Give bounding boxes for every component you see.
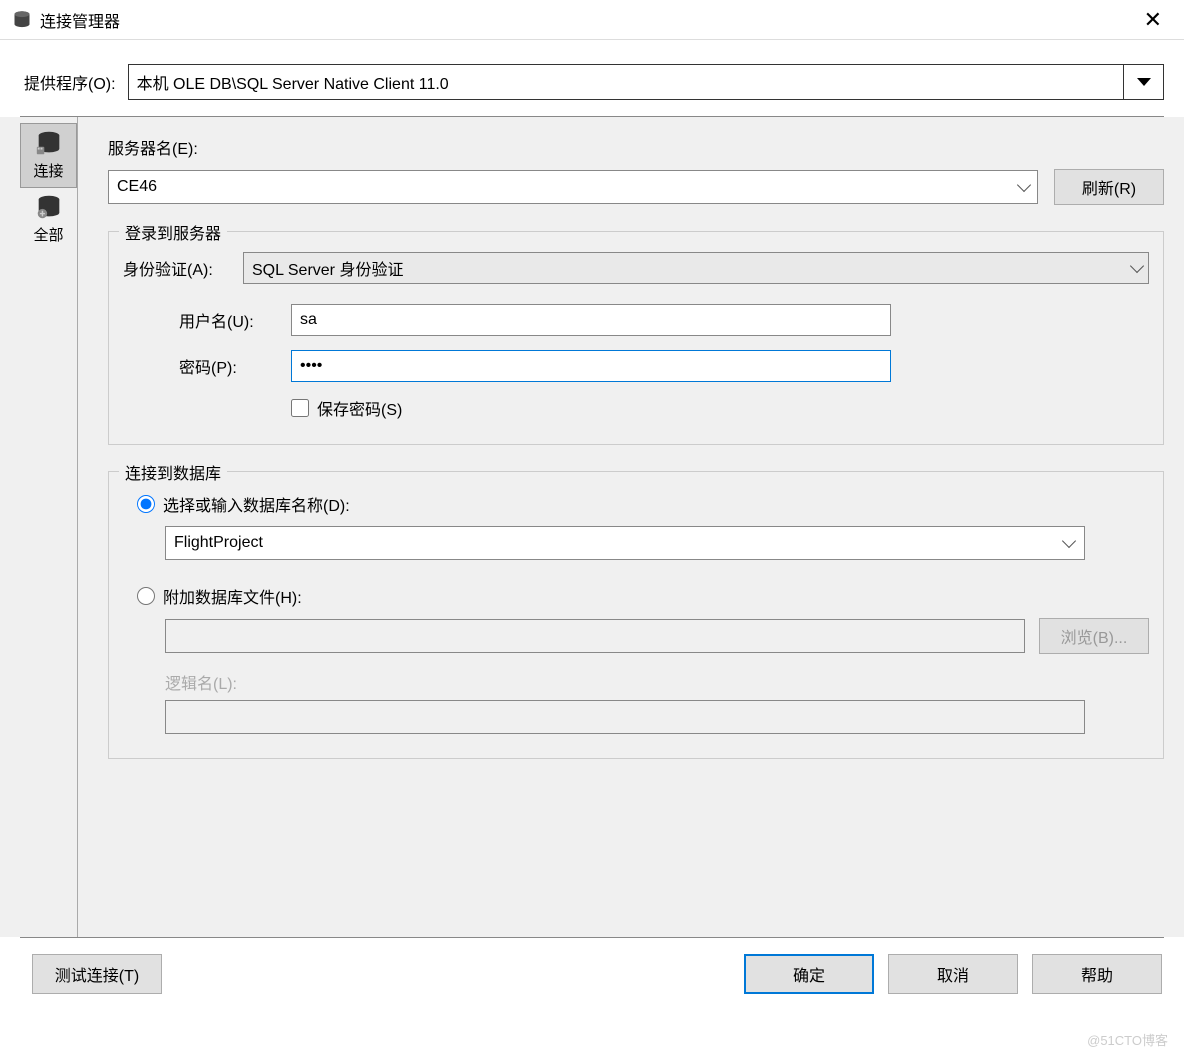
titlebar: 连接管理器 ✕	[0, 0, 1184, 40]
auth-select[interactable]: SQL Server 身份验证	[243, 252, 1149, 284]
close-button[interactable]: ✕	[1134, 3, 1172, 37]
db-group-title: 连接到数据库	[119, 460, 227, 484]
logical-name-label: 逻辑名(L):	[165, 676, 237, 693]
provider-select[interactable]: 本机 OLE DB\SQL Server Native Client 11.0	[128, 64, 1164, 100]
db-name-row	[123, 526, 1149, 560]
server-section: 服务器名(E): 刷新(R)	[108, 135, 1164, 205]
server-input[interactable]	[108, 170, 1038, 204]
help-button[interactable]: 帮助	[1032, 954, 1162, 994]
provider-value: 本机 OLE DB\SQL Server Native Client 11.0	[137, 70, 449, 94]
chevron-down-icon	[1017, 178, 1031, 192]
refresh-button[interactable]: 刷新(R)	[1054, 169, 1164, 205]
username-label: 用户名(U):	[179, 308, 291, 332]
db-attach-radio-row: 附加数据库文件(H):	[123, 584, 1149, 608]
login-groupbox: 登录到服务器 身份验证(A): SQL Server 身份验证 用户名(U): …	[108, 231, 1164, 445]
username-row: 用户名(U):	[123, 304, 1149, 336]
window-title: 连接管理器	[40, 8, 120, 32]
server-dropdown-button[interactable]	[1012, 171, 1036, 203]
db-name-combo[interactable]	[165, 526, 1085, 560]
tab-connection[interactable]: 连接	[20, 123, 77, 188]
auth-label: 身份验证(A):	[123, 256, 233, 280]
logical-name-row: 逻辑名(L):	[123, 670, 1149, 734]
db-attach-radio-label: 附加数据库文件(H):	[163, 584, 302, 608]
db-select-radio-label: 选择或输入数据库名称(D):	[163, 492, 350, 516]
tab-connection-label: 连接	[33, 160, 63, 181]
login-group-title: 登录到服务器	[119, 220, 227, 244]
cancel-button[interactable]: 取消	[888, 954, 1018, 994]
main-area: 连接 全部 服务器名(E): 刷新(R) 登录	[0, 117, 1184, 937]
auth-row: 身份验证(A): SQL Server 身份验证	[123, 252, 1149, 284]
attach-file-input	[165, 619, 1025, 653]
content-panel: 服务器名(E): 刷新(R) 登录到服务器 身份验证(A): SQL Serve…	[78, 117, 1164, 937]
attach-file-row: 浏览(B)...	[123, 618, 1149, 654]
save-password-checkbox[interactable]	[291, 399, 309, 417]
password-input[interactable]	[291, 350, 891, 382]
tab-all[interactable]: 全部	[20, 188, 77, 251]
db-dropdown-button[interactable]	[1057, 527, 1081, 559]
browse-button: 浏览(B)...	[1039, 618, 1149, 654]
provider-row: 提供程序(O): 本机 OLE DB\SQL Server Native Cli…	[0, 40, 1184, 116]
auth-dropdown-button[interactable]	[1132, 265, 1142, 271]
db-attach-radio[interactable]	[137, 587, 155, 605]
db-name-input[interactable]	[165, 526, 1085, 560]
save-password-label: 保存密码(S)	[317, 396, 402, 420]
server-label: 服务器名(E):	[108, 141, 198, 158]
server-combo[interactable]	[108, 170, 1038, 204]
ok-button[interactable]: 确定	[744, 954, 874, 994]
chevron-down-icon	[1130, 259, 1144, 273]
watermark: @51CTO博客	[1087, 1030, 1168, 1049]
provider-label: 提供程序(O):	[24, 70, 116, 94]
test-connection-button[interactable]: 测试连接(T)	[32, 954, 162, 994]
password-label: 密码(P):	[179, 354, 291, 378]
db-select-radio[interactable]	[137, 495, 155, 513]
side-tabs: 连接 全部	[20, 117, 78, 937]
save-password-row: 保存密码(S)	[123, 396, 1149, 420]
password-row: 密码(P):	[123, 350, 1149, 382]
database-groupbox: 连接到数据库 选择或输入数据库名称(D): 附加数据库文件(H): 浏览(B).…	[108, 471, 1164, 759]
db-select-radio-row: 选择或输入数据库名称(D):	[123, 492, 1149, 516]
connection-icon	[33, 128, 65, 158]
logical-name-input	[165, 700, 1085, 734]
username-input[interactable]	[291, 304, 891, 336]
bottom-button-bar: 测试连接(T) 确定 取消 帮助	[0, 938, 1184, 994]
chevron-down-icon	[1062, 534, 1076, 548]
auth-value: SQL Server 身份验证	[252, 256, 403, 280]
provider-dropdown-arrow[interactable]	[1123, 65, 1163, 99]
tab-all-label: 全部	[33, 224, 63, 245]
all-icon	[33, 192, 65, 222]
database-icon	[12, 10, 32, 30]
